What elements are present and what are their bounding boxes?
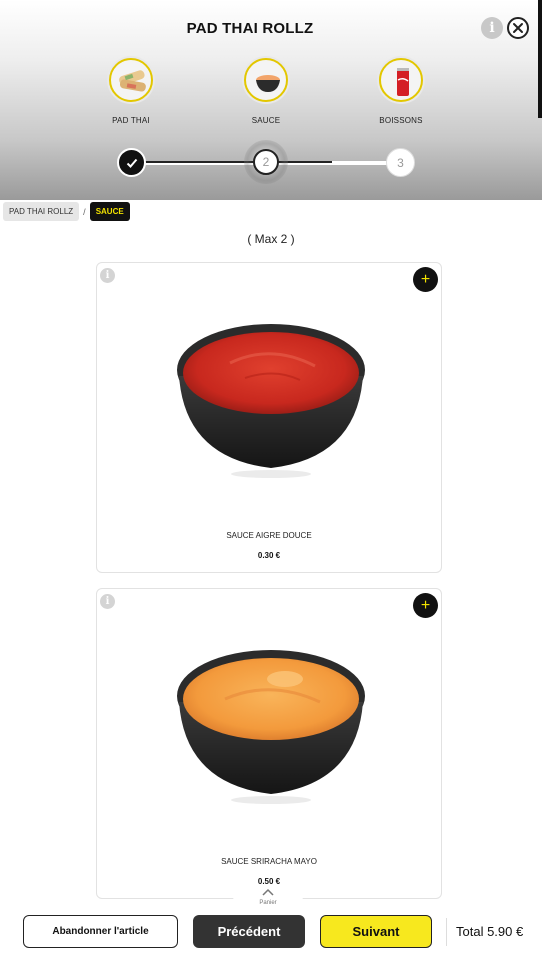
selection-limit: ( Max 2 ) bbox=[247, 232, 295, 246]
close-button[interactable] bbox=[507, 17, 529, 39]
step-sauce[interactable]: SAUCE bbox=[226, 58, 306, 125]
product-configurator: PAD THAI ROLLZ i PAD THAI SAUCE BOISSONS… bbox=[0, 0, 542, 957]
step-label: PAD THAI bbox=[112, 116, 150, 125]
breadcrumb-root[interactable]: PAD THAI ROLLZ bbox=[3, 202, 80, 221]
breadcrumb-current[interactable]: SAUCE bbox=[89, 202, 130, 221]
previous-button[interactable]: Précédent bbox=[193, 915, 305, 948]
page-title: PAD THAI ROLLZ bbox=[186, 20, 314, 37]
product-name: SAUCE SRIRACHA MAYO bbox=[221, 857, 317, 866]
scrollbar[interactable] bbox=[538, 0, 542, 118]
sauce-aigre-douce-image bbox=[177, 324, 365, 478]
cart-tab-label: Panier bbox=[259, 900, 277, 906]
product-name: SAUCE AIGRE DOUCE bbox=[226, 531, 312, 540]
checkmark-icon bbox=[126, 158, 137, 168]
step-boissons[interactable]: BOISSONS bbox=[361, 58, 441, 125]
breadcrumb: PAD THAI ROLLZ / SAUCE bbox=[3, 202, 130, 221]
breadcrumb-separator: / bbox=[83, 206, 86, 217]
next-button[interactable]: Suivant bbox=[320, 915, 432, 948]
sauce-bowl-icon bbox=[244, 58, 288, 102]
product-card[interactable]: i + SAUCE SRIRACHA MAYO 0.50 € bbox=[96, 588, 442, 899]
footer: Abandonner l'article Précédent Suivant T… bbox=[0, 908, 542, 957]
info-icon[interactable]: i bbox=[100, 268, 115, 283]
progress-fill bbox=[132, 161, 332, 163]
info-icon[interactable]: i bbox=[481, 17, 503, 39]
step-2-current[interactable]: 2 bbox=[253, 149, 279, 175]
step-1-done[interactable] bbox=[117, 148, 146, 177]
divider bbox=[446, 918, 447, 946]
step-progress: 2 3 bbox=[0, 140, 542, 185]
step-pad-thai[interactable]: PAD THAI bbox=[91, 58, 171, 125]
info-icon[interactable]: i bbox=[100, 594, 115, 609]
abandon-button[interactable]: Abandonner l'article bbox=[23, 915, 178, 948]
soda-can-icon bbox=[379, 58, 423, 102]
product-card[interactable]: i + SAUCE AIGRE DOUCE 0.30 € bbox=[96, 262, 442, 573]
spring-rolls-icon bbox=[109, 58, 153, 102]
close-icon bbox=[513, 23, 523, 33]
add-button[interactable]: + bbox=[413, 267, 438, 292]
step-3-pending[interactable]: 3 bbox=[386, 148, 415, 177]
order-total: Total 5.90 € bbox=[456, 924, 524, 939]
step-label: SAUCE bbox=[251, 116, 281, 125]
chevron-up-icon bbox=[229, 888, 307, 900]
product-price: 0.30 € bbox=[257, 551, 281, 560]
add-button[interactable]: + bbox=[413, 593, 438, 618]
header: PAD THAI ROLLZ i PAD THAI SAUCE BOISSONS… bbox=[0, 0, 542, 200]
step-label: BOISSONS bbox=[379, 116, 423, 125]
sauce-sriracha-mayo-image bbox=[177, 650, 365, 804]
